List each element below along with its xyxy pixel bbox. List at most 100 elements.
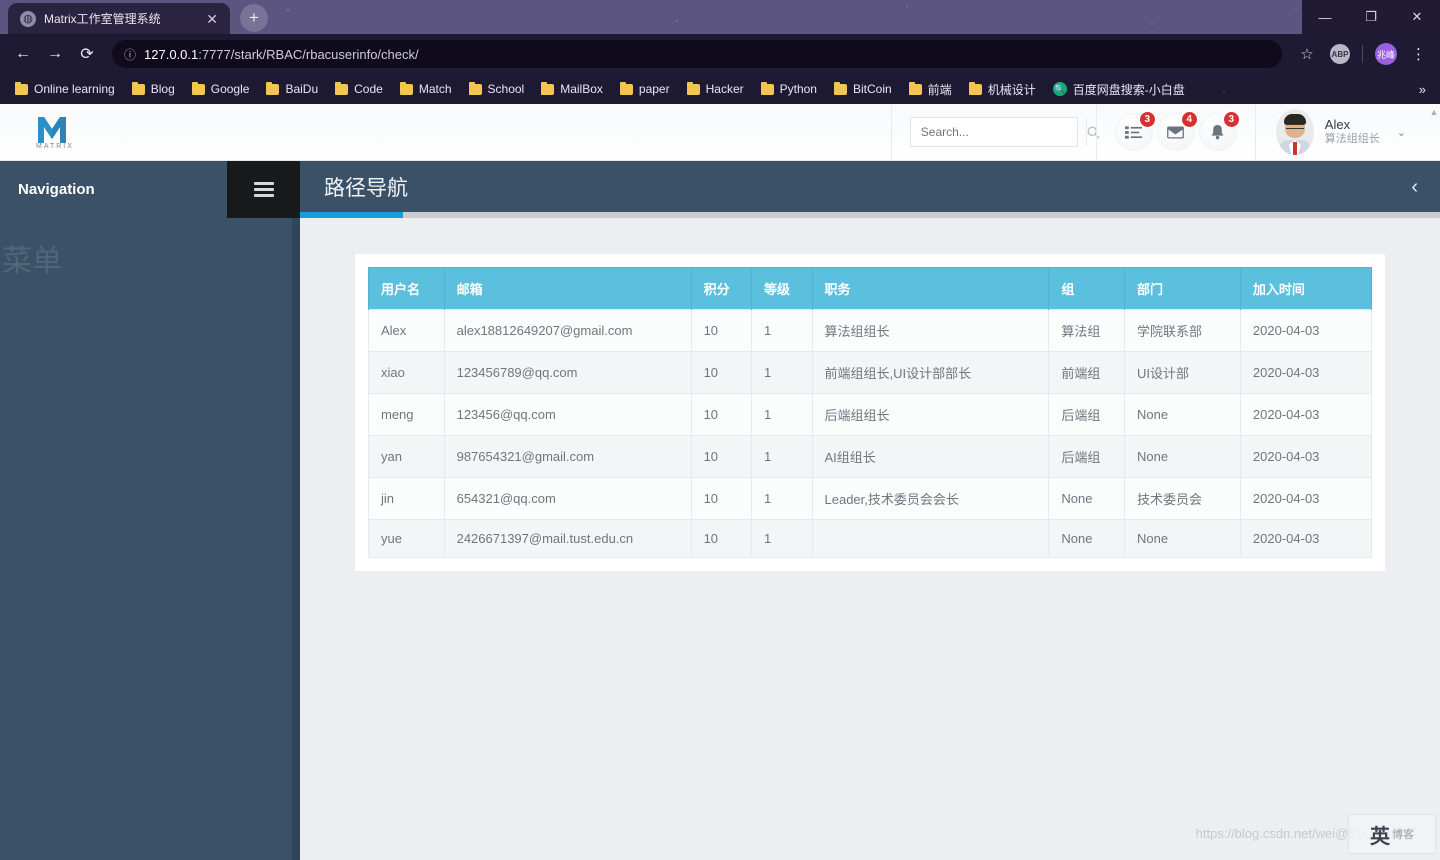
hamburger-icon[interactable]: [227, 161, 300, 218]
browser-tab[interactable]: ◍ Matrix工作室管理系统 ✕: [8, 3, 230, 34]
cell-position: [811, 519, 1050, 558]
cell-group: 后端组: [1048, 435, 1125, 478]
browser-toolbar: ← → ⟳ ⓘ 127.0.0.1:7777/stark/RBAC/rbacus…: [0, 34, 1440, 74]
sidebar: Navigation 菜单: [0, 161, 300, 860]
column-header-username[interactable]: 用户名: [368, 267, 445, 310]
bookmark-item[interactable]: BitCoin: [827, 79, 899, 99]
column-header-department[interactable]: 部门: [1123, 267, 1241, 310]
bookmark-item[interactable]: BaiDu: [259, 79, 325, 99]
bookmark-item[interactable]: paper: [613, 79, 677, 99]
cell-group: 后端组: [1048, 393, 1125, 436]
cell-email: 987654321@gmail.com: [443, 435, 692, 478]
table-row[interactable]: Alex alex18812649207@gmail.com 10 1 算法组组…: [368, 309, 1373, 352]
new-tab-button[interactable]: +: [240, 4, 268, 32]
back-icon[interactable]: ←: [8, 39, 38, 69]
tab-title: Matrix工作室管理系统: [44, 12, 161, 26]
cell-level: 1: [751, 309, 813, 352]
cell-username: yan: [368, 435, 445, 478]
bookmark-label: Hacker: [705, 82, 744, 96]
address-bar[interactable]: ⓘ 127.0.0.1:7777/stark/RBAC/rbacuserinfo…: [112, 40, 1282, 68]
reload-icon[interactable]: ⟳: [72, 39, 102, 69]
browser-menu-icon[interactable]: ⋮: [1405, 47, 1432, 62]
window-close-button[interactable]: ✕: [1394, 0, 1440, 34]
cell-username: meng: [368, 393, 445, 436]
forward-icon[interactable]: →: [40, 39, 70, 69]
cell-joined: 2020-04-03: [1239, 519, 1373, 558]
adblock-extension-icon[interactable]: ABP: [1330, 44, 1350, 64]
bookmark-item[interactable]: Code: [328, 79, 390, 99]
profile-avatar-icon[interactable]: 兆峰: [1375, 43, 1397, 65]
search-cell: [890, 104, 1100, 161]
folder-icon: [131, 81, 145, 95]
bookmark-item[interactable]: Hacker: [680, 79, 751, 99]
avatar: [1275, 109, 1314, 155]
column-header-email[interactable]: 邮箱: [443, 267, 692, 310]
messages-badge: 4: [1180, 111, 1198, 128]
tasks-badge: 3: [1138, 111, 1156, 128]
tasks-button[interactable]: 3: [1114, 111, 1156, 151]
globe-icon: ◍: [20, 10, 36, 27]
folder-icon: [15, 81, 28, 95]
brand-logo[interactable]: MATRIX: [0, 115, 300, 150]
bookmark-item[interactable]: MailBox: [534, 79, 610, 99]
cell-joined: 2020-04-03: [1239, 393, 1373, 436]
cell-group: 前端组: [1048, 351, 1125, 394]
bookmarks-overflow-icon[interactable]: »: [1413, 82, 1432, 97]
cell-level: 1: [751, 351, 813, 394]
search-green-icon: 🔍: [1052, 82, 1067, 96]
bookmark-label: Online learning: [34, 82, 115, 96]
app-header: MATRIX Search... 3 4 3 Alex 算法组组长 ⌄ ▲: [0, 104, 1440, 161]
header-icon-group: 3 4 3: [1114, 111, 1240, 151]
table-header-row: 用户名 邮箱 积分 等级 职务 组 部门 加入时间: [368, 267, 1373, 310]
messages-button[interactable]: 4: [1156, 111, 1198, 151]
cell-department: 学院联系部: [1123, 309, 1241, 352]
site-info-icon[interactable]: ⓘ: [124, 46, 136, 63]
cell-group: None: [1048, 477, 1125, 520]
table-row[interactable]: yue 2426671397@mail.tust.edu.cn 10 1 Non…: [368, 519, 1373, 558]
cell-joined: 2020-04-03: [1239, 435, 1373, 478]
table-row[interactable]: jin 654321@qq.com 10 1 Leader,技术委员会会长 No…: [368, 477, 1373, 520]
folder-icon: [191, 81, 205, 95]
cell-joined: 2020-04-03: [1239, 309, 1373, 352]
cell-department: 技术委员会: [1123, 477, 1241, 520]
minimize-button[interactable]: —: [1302, 0, 1348, 34]
page-title: 路径导航: [324, 176, 408, 200]
bookmark-label: 机械设计: [987, 82, 1036, 97]
bookmark-item[interactable]: Blog: [125, 79, 182, 99]
search-input[interactable]: [910, 125, 1086, 139]
bookmark-label: paper: [638, 82, 670, 96]
bookmark-item[interactable]: School: [462, 79, 532, 99]
column-header-joined[interactable]: 加入时间: [1239, 267, 1373, 310]
watermark-badge-big: 英: [1370, 825, 1390, 848]
cell-username: Alex: [368, 309, 445, 352]
column-header-level[interactable]: 等级: [751, 267, 813, 310]
close-icon[interactable]: ✕: [202, 10, 222, 28]
chevron-down-icon[interactable]: ⌄: [1397, 126, 1406, 139]
maximize-button[interactable]: ❐: [1348, 0, 1394, 34]
bookmark-item[interactable]: 前端: [902, 78, 959, 101]
cell-department: None: [1123, 435, 1241, 478]
bookmark-item[interactable]: Google: [185, 79, 257, 99]
chevron-left-icon[interactable]: ‹: [1411, 177, 1418, 197]
bookmark-item[interactable]: Online learning: [8, 79, 122, 99]
bookmark-star-icon[interactable]: ☆: [1292, 39, 1322, 69]
bookmark-item[interactable]: 🔍 百度网盘搜索-小白盘: [1046, 78, 1192, 101]
bookmark-item[interactable]: Match: [393, 79, 459, 99]
table-row[interactable]: meng 123456@qq.com 10 1 后端组组长 后端组 None 2…: [368, 393, 1373, 436]
cell-points: 10: [690, 435, 753, 478]
user-info-table: 用户名 邮箱 积分 等级 职务 组 部门 加入时间 Alex alex18812…: [368, 267, 1373, 558]
column-header-position[interactable]: 职务: [811, 267, 1050, 310]
search-box[interactable]: [909, 117, 1100, 147]
cell-username: xiao: [368, 351, 445, 394]
bookmark-item[interactable]: 机械设计: [962, 78, 1043, 101]
column-header-points[interactable]: 积分: [690, 267, 753, 310]
scroll-up-arrow-icon[interactable]: ▲: [1428, 104, 1440, 161]
table-row[interactable]: yan 987654321@gmail.com 10 1 AI组组长 后端组 N…: [368, 435, 1373, 478]
table-row[interactable]: xiao 123456789@qq.com 10 1 前端组组长,UI设计部部长…: [368, 351, 1373, 394]
bookmark-item[interactable]: Python: [754, 79, 824, 99]
user-menu[interactable]: Alex 算法组组长 ⌄: [1254, 104, 1428, 161]
sidebar-menu-label: 菜单: [2, 245, 62, 278]
column-header-group[interactable]: 组: [1048, 267, 1125, 310]
alerts-button[interactable]: 3: [1198, 111, 1240, 151]
bookmark-label: MailBox: [560, 82, 603, 96]
